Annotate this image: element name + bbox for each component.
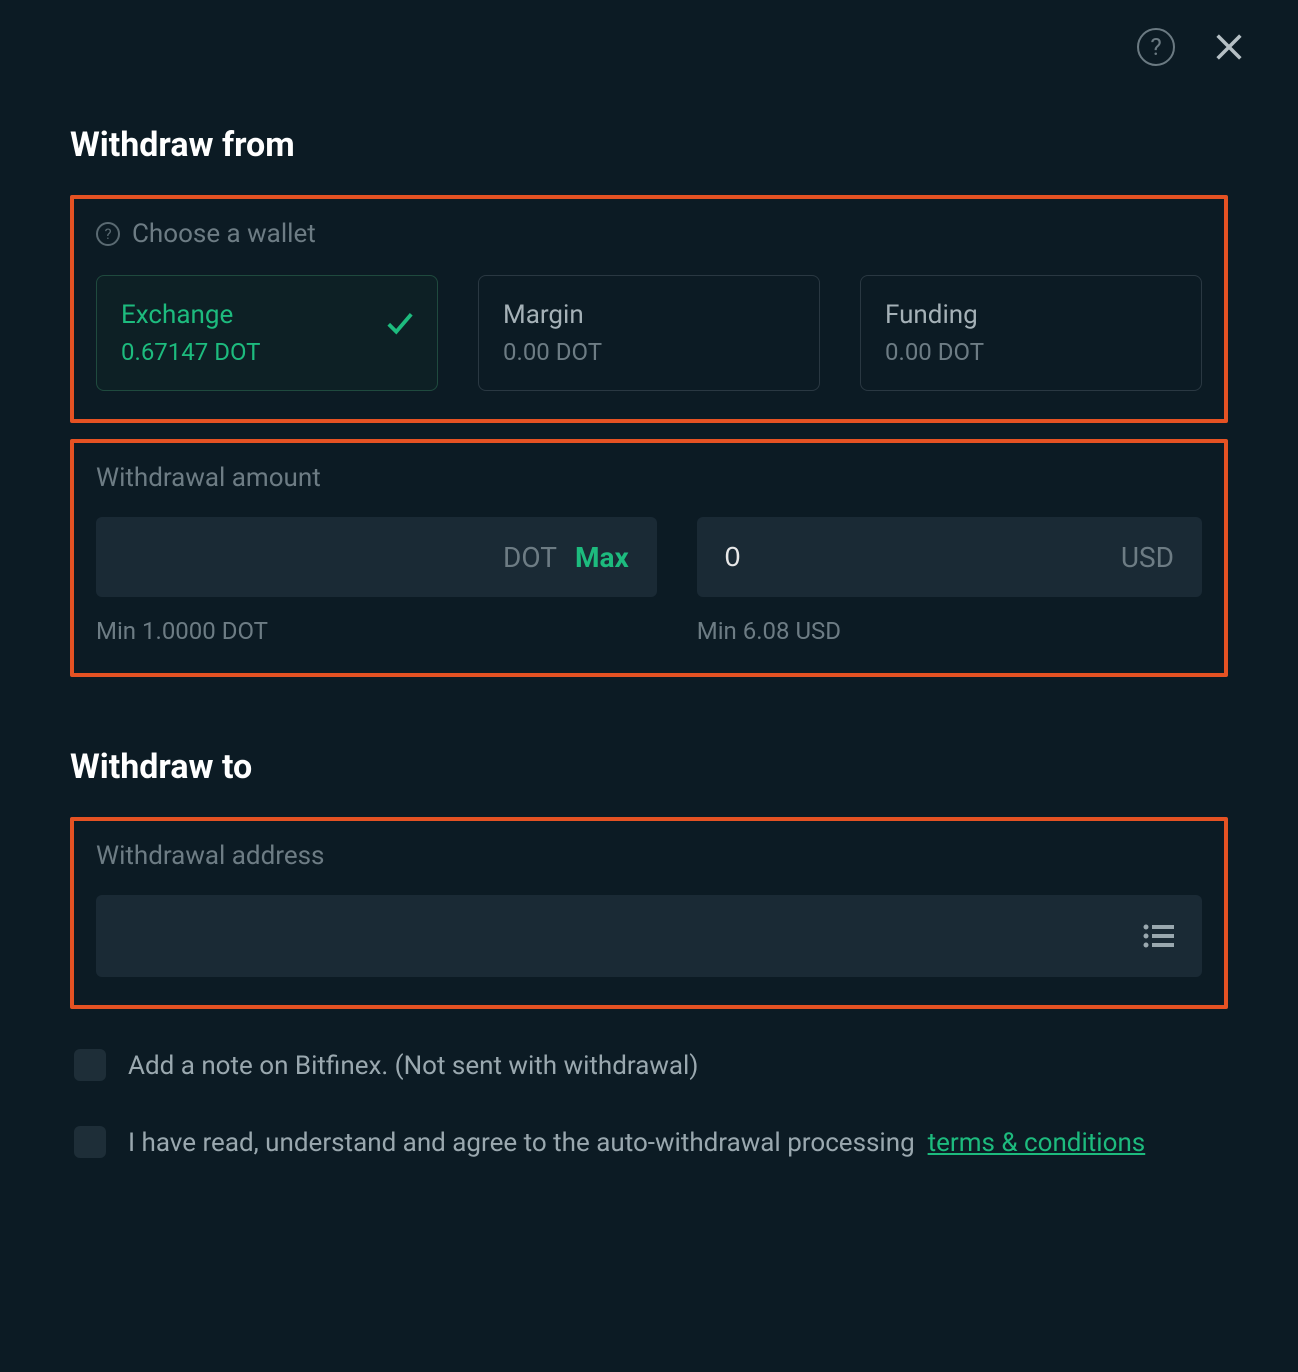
wallet-selection-box: ? Choose a wallet Exchange 0.67147 DOT M… bbox=[70, 195, 1228, 423]
withdrawal-address-box: Withdrawal address bbox=[70, 817, 1228, 1009]
wallet-name: Exchange bbox=[121, 300, 413, 330]
wallet-card-funding[interactable]: Funding 0.00 DOT bbox=[860, 275, 1202, 391]
withdraw-from-title: Withdraw from bbox=[70, 125, 1228, 165]
crypto-amount-input[interactable] bbox=[124, 541, 485, 573]
address-input[interactable] bbox=[122, 921, 1124, 952]
wallet-name: Margin bbox=[503, 300, 795, 330]
close-icon[interactable] bbox=[1210, 28, 1248, 66]
withdrawal-amount-label: Withdrawal amount bbox=[96, 463, 1202, 493]
withdrawal-address-label: Withdrawal address bbox=[96, 841, 1202, 871]
fiat-amount-field[interactable]: USD bbox=[697, 517, 1202, 597]
agree-checkbox-label: I have read, understand and agree to the… bbox=[128, 1124, 1145, 1163]
help-icon[interactable]: ? bbox=[1137, 28, 1175, 66]
check-icon bbox=[385, 310, 415, 340]
wallet-card-exchange[interactable]: Exchange 0.67147 DOT bbox=[96, 275, 438, 391]
crypto-amount-field[interactable]: DOT Max bbox=[96, 517, 657, 597]
help-icon[interactable]: ? bbox=[96, 222, 120, 246]
withdraw-to-title: Withdraw to bbox=[70, 747, 1228, 787]
wallet-card-margin[interactable]: Margin 0.00 DOT bbox=[478, 275, 820, 391]
wallet-balance: 0.00 DOT bbox=[885, 338, 1177, 366]
fiat-amount-input[interactable] bbox=[725, 541, 1103, 573]
fiat-min-label: Min 6.08 USD bbox=[697, 617, 1202, 645]
max-button[interactable]: Max bbox=[575, 541, 629, 574]
fiat-currency-label: USD bbox=[1121, 541, 1174, 574]
wallet-name: Funding bbox=[885, 300, 1177, 330]
terms-link[interactable]: terms & conditions bbox=[928, 1128, 1146, 1158]
wallet-balance: 0.00 DOT bbox=[503, 338, 795, 366]
choose-wallet-label: Choose a wallet bbox=[132, 219, 316, 249]
address-list-icon[interactable] bbox=[1142, 922, 1176, 950]
withdrawal-amount-box: Withdrawal amount DOT Max Min 1.0000 DOT… bbox=[70, 439, 1228, 677]
wallet-balance: 0.67147 DOT bbox=[121, 338, 413, 366]
note-checkbox-label: Add a note on Bitfinex. (Not sent with w… bbox=[128, 1047, 698, 1086]
agree-text: I have read, understand and agree to the… bbox=[128, 1128, 921, 1158]
crypto-min-label: Min 1.0000 DOT bbox=[96, 617, 657, 645]
note-checkbox[interactable] bbox=[74, 1049, 106, 1081]
crypto-currency-label: DOT bbox=[503, 541, 557, 574]
address-field[interactable] bbox=[96, 895, 1202, 977]
agree-checkbox[interactable] bbox=[74, 1126, 106, 1158]
